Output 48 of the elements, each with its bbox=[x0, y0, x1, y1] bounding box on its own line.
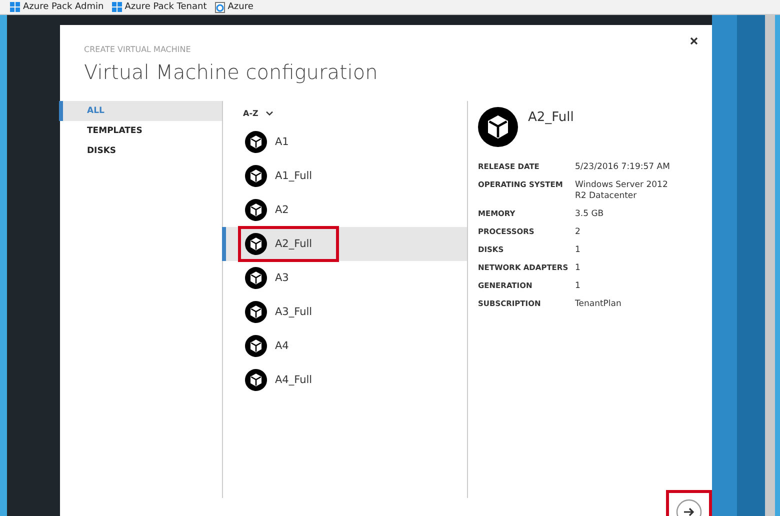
property-value: 1 bbox=[575, 263, 582, 274]
image-name: A1_Full bbox=[275, 170, 312, 182]
image-name: A4_Full bbox=[275, 374, 312, 386]
favorite-link[interactable]: Azure Pack Tenant bbox=[124, 2, 207, 12]
property-value: Windows Server 2012 R2 Datacenter bbox=[575, 180, 669, 202]
property-value: 1 bbox=[575, 245, 582, 256]
image-name: A1 bbox=[275, 136, 289, 148]
scrollbar[interactable] bbox=[765, 15, 775, 516]
image-name: A4 bbox=[275, 340, 289, 352]
property-value: 1 bbox=[575, 281, 582, 292]
windows-icon bbox=[112, 2, 122, 12]
sort-label[interactable]: A-Z bbox=[243, 108, 258, 118]
cube-icon bbox=[245, 199, 267, 221]
page-icon bbox=[214, 2, 225, 12]
filter-tab[interactable]: DISKS bbox=[59, 141, 222, 161]
image-row[interactable]: A4 bbox=[222, 329, 467, 363]
image-row[interactable]: A1 bbox=[222, 125, 467, 159]
cube-icon bbox=[245, 233, 267, 255]
chevron-down-icon[interactable] bbox=[266, 110, 274, 116]
image-name: A3_Full bbox=[275, 306, 312, 318]
dialog-title: Virtual Machine configuration bbox=[84, 60, 379, 84]
image-row[interactable]: A2_Full bbox=[222, 227, 467, 261]
image-title: A2_Full bbox=[528, 110, 574, 125]
favorite-link[interactable]: Azure bbox=[228, 2, 254, 12]
cube-icon bbox=[245, 335, 267, 357]
image-name: A2 bbox=[275, 204, 289, 216]
image-row[interactable]: A1_Full bbox=[222, 159, 467, 193]
image-row[interactable]: A3 bbox=[222, 261, 467, 295]
cube-icon bbox=[245, 165, 267, 187]
cube-icon bbox=[245, 301, 267, 323]
property-value: TenantPlan bbox=[575, 299, 622, 310]
favorite-link[interactable]: Azure Pack Admin bbox=[23, 2, 104, 12]
cube-icon bbox=[245, 267, 267, 289]
image-row[interactable]: A2 bbox=[222, 193, 467, 227]
image-row[interactable]: A4_Full bbox=[222, 363, 467, 397]
close-icon[interactable] bbox=[690, 37, 698, 45]
wizard-label: CREATE VIRTUAL MACHINE bbox=[84, 45, 192, 54]
cube-icon bbox=[245, 369, 267, 391]
image-name: A3 bbox=[275, 272, 289, 284]
image-name: A2_Full bbox=[275, 238, 312, 250]
filter-tab[interactable]: TEMPLATES bbox=[59, 121, 222, 141]
property-value: 3.5 GB bbox=[575, 209, 605, 220]
windows-icon bbox=[10, 2, 20, 12]
cube-icon bbox=[478, 107, 518, 147]
property-value: 5/23/2016 7:19:57 AM bbox=[575, 162, 671, 174]
property-value: 2 bbox=[575, 227, 582, 238]
image-row[interactable]: A3_Full bbox=[222, 295, 467, 329]
cube-icon bbox=[245, 131, 267, 153]
